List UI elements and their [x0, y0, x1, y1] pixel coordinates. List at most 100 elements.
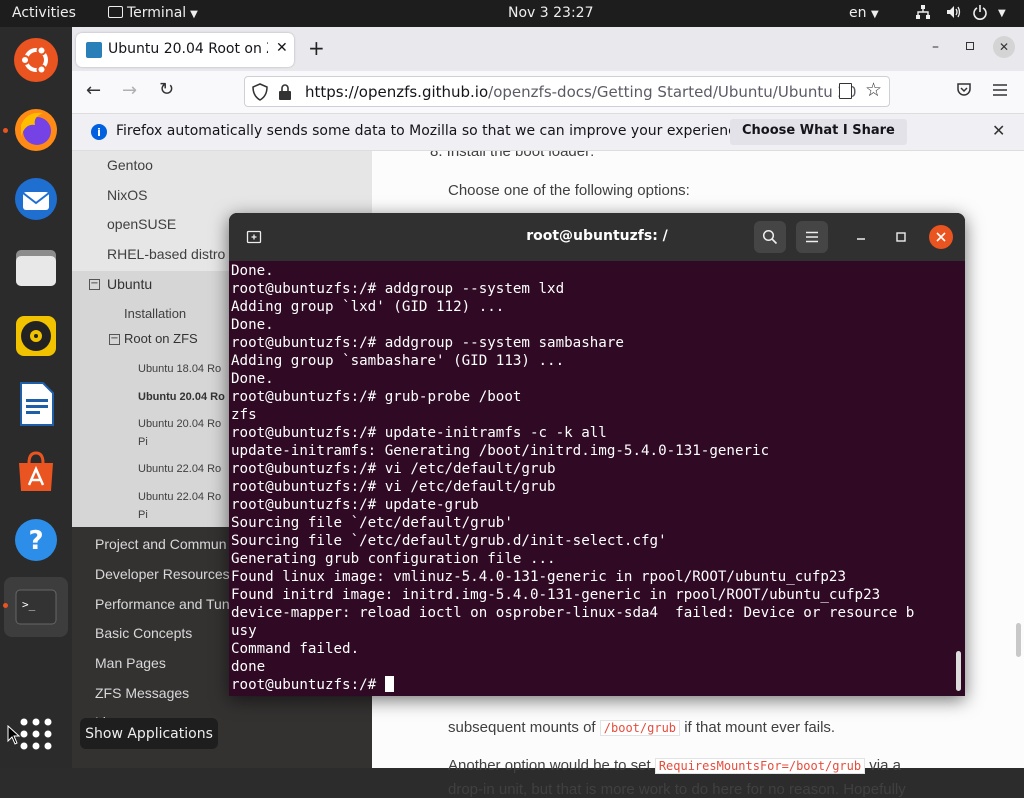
hamburger-menu-icon[interactable] [992, 82, 1008, 101]
collapse-icon[interactable]: − [89, 279, 100, 290]
thunderbird-icon[interactable] [12, 175, 60, 223]
maximize-icon [896, 232, 906, 242]
url-bar[interactable]: https://openzfs.github.io/openzfs-docs/G… [244, 76, 890, 107]
inline-code: RequiresMountsFor=/boot/grub [654, 758, 866, 774]
forward-icon[interactable]: → [122, 80, 137, 101]
svg-text:>_: >_ [22, 598, 36, 611]
choose-what-i-share-button[interactable]: Choose What I Share [730, 119, 907, 145]
sidebar-item-ubuntu[interactable]: Ubuntu [107, 276, 152, 292]
info-icon: i [91, 124, 107, 140]
chevron-down-icon[interactable]: ▼ [998, 8, 1006, 19]
notification-bar: i Firefox automatically sends some data … [72, 113, 1024, 151]
terminal-line: root@ubuntuzfs:/# grub-probe /boot [231, 389, 522, 405]
url-host: https://openzfs.github.io [305, 83, 489, 101]
hamburger-menu-icon [806, 231, 818, 243]
terminal-menu-button[interactable] [796, 221, 828, 253]
terminal-scrollbar[interactable] [956, 651, 961, 691]
shield-icon[interactable] [252, 83, 268, 105]
terminal-line: Sourcing file `/etc/default/grub.d/init-… [231, 533, 667, 549]
sidebar-item-ubuntu-22-04-pi-cont[interactable]: Pi [138, 509, 148, 521]
reader-mode-icon[interactable] [839, 83, 852, 99]
terminal-output[interactable]: Done. root@ubuntuzfs:/# addgroup --system… [231, 262, 955, 694]
terminal-prompt-line[interactable]: root@ubuntuzfs:/# [231, 676, 955, 694]
power-icon[interactable] [972, 4, 988, 24]
terminal-line: Found linux image: vmlinuz-5.4.0-131-gen… [231, 569, 846, 585]
terminal-line: usy [231, 623, 257, 639]
sidebar-item-ubuntu-20-04-pi-cont[interactable]: Pi [138, 436, 148, 448]
terminal-window[interactable]: root@ubuntuzfs: / Done. root@ubuntuzfs:/#… [229, 213, 965, 696]
sidebar-item-gentoo[interactable]: Gentoo [107, 157, 153, 173]
sidebar-item-ubuntu-20-04[interactable]: Ubuntu 20.04 Ro [138, 391, 225, 403]
para-text: subsequent mounts of [448, 719, 596, 736]
pocket-icon[interactable] [956, 82, 972, 102]
minimize-icon[interactable]: – [932, 39, 939, 55]
ubuntu-icon[interactable] [12, 36, 60, 84]
libreoffice-writer-icon[interactable] [12, 380, 60, 428]
sidebar-item-basic-concepts[interactable]: Basic Concepts [95, 625, 192, 641]
para-text: drop-in unit, but that is more work to d… [448, 781, 906, 798]
chevron-down-icon: ▼ [870, 9, 879, 20]
terminal-line: root@ubuntuzfs:/# update-grub [231, 497, 479, 513]
terminal-line: zfs [231, 407, 257, 423]
activities-button[interactable]: Activities [12, 5, 76, 21]
maximize-icon[interactable] [966, 42, 974, 50]
show-applications-tooltip: Show Applications [80, 718, 218, 749]
sidebar-item-project[interactable]: Project and Commun [95, 536, 227, 552]
app-menu[interactable]: Terminal ▼ [108, 5, 198, 21]
terminal-maximize-button[interactable] [885, 221, 917, 253]
app-center-icon[interactable] [12, 448, 60, 496]
terminal-close-button[interactable] [929, 225, 953, 249]
collapse-icon[interactable]: − [109, 334, 120, 345]
sidebar-item-nixos[interactable]: NixOS [107, 187, 147, 203]
terminal-icon[interactable]: >_ [12, 583, 60, 631]
terminal-line: root@ubuntuzfs:/# vi /etc/default/grub [231, 479, 556, 495]
firefox-icon[interactable] [12, 106, 60, 154]
svg-text:?: ? [28, 526, 43, 556]
terminal-line: update-initramfs: Generating /boot/initr… [231, 443, 770, 459]
close-tab-icon[interactable]: ✕ [276, 40, 288, 56]
bookmark-star-icon[interactable]: ☆ [865, 79, 883, 101]
url-text[interactable]: https://openzfs.github.io/openzfs-docs/G… [305, 83, 857, 101]
lock-icon[interactable] [278, 83, 292, 105]
new-tab-icon[interactable]: + [308, 36, 325, 60]
top-bar: Activities Terminal ▼ Nov 3 23:27 en ▼ ▼ [0, 0, 1024, 27]
sidebar-item-performance[interactable]: Performance and Tun [95, 596, 230, 612]
close-window-icon[interactable]: ✕ [993, 36, 1015, 58]
sidebar-item-rhel[interactable]: RHEL-based distro [107, 246, 225, 262]
help-icon[interactable]: ? [12, 516, 60, 564]
keyboard-layout-indicator[interactable]: en ▼ [849, 5, 879, 21]
inline-code: /boot/grub [599, 720, 681, 736]
terminal-app-icon [108, 6, 123, 18]
close-notification-icon[interactable]: ✕ [992, 121, 1005, 140]
terminal-prompt: root@ubuntuzfs:/# [231, 677, 385, 693]
sidebar-item-ubuntu-18-04[interactable]: Ubuntu 18.04 Ro [138, 363, 221, 375]
clock[interactable]: Nov 3 23:27 [508, 5, 593, 21]
terminal-line: root@ubuntuzfs:/# update-initramfs -c -k… [231, 425, 607, 441]
step-heading: 8. Install the boot loader: [430, 151, 594, 165]
rhythmbox-icon[interactable] [12, 312, 60, 360]
tab-ubuntu-root-on-zfs[interactable]: Ubuntu 20.04 Root on ZF ✕ [76, 33, 294, 67]
sidebar-item-ubuntu-22-04-pi[interactable]: Ubuntu 22.04 Ro [138, 491, 221, 503]
sidebar-item-opensuse[interactable]: openSUSE [107, 216, 176, 232]
terminal-header-bar: root@ubuntuzfs: / [229, 213, 965, 261]
sidebar-item-installation[interactable]: Installation [124, 306, 186, 321]
terminal-minimize-button[interactable] [845, 221, 877, 253]
step-heading-text: 8. Install the boot loader: [430, 151, 595, 160]
files-icon[interactable] [12, 243, 60, 291]
reload-icon[interactable]: ↻ [159, 79, 174, 100]
terminal-line: Done. [231, 263, 274, 279]
choose-option-text: Choose one of the following options: [448, 182, 690, 199]
favicon-icon [86, 42, 102, 58]
page-scrollbar[interactable] [1016, 623, 1021, 657]
app-menu-label: Terminal [127, 5, 187, 21]
network-icon[interactable] [915, 4, 931, 24]
sidebar-item-man-pages[interactable]: Man Pages [95, 655, 166, 671]
sidebar-item-ubuntu-20-04-pi[interactable]: Ubuntu 20.04 Ro [138, 418, 221, 430]
sidebar-item-ubuntu-22-04[interactable]: Ubuntu 22.04 Ro [138, 463, 221, 475]
back-icon[interactable]: ← [86, 80, 101, 101]
sidebar-item-developer-resources[interactable]: Developer Resources [95, 566, 230, 582]
sidebar-item-zfs-messages[interactable]: ZFS Messages [95, 685, 189, 701]
sidebar-item-root-on-zfs[interactable]: Root on ZFS [124, 331, 198, 346]
volume-icon[interactable] [946, 4, 962, 24]
search-button[interactable] [754, 221, 786, 253]
